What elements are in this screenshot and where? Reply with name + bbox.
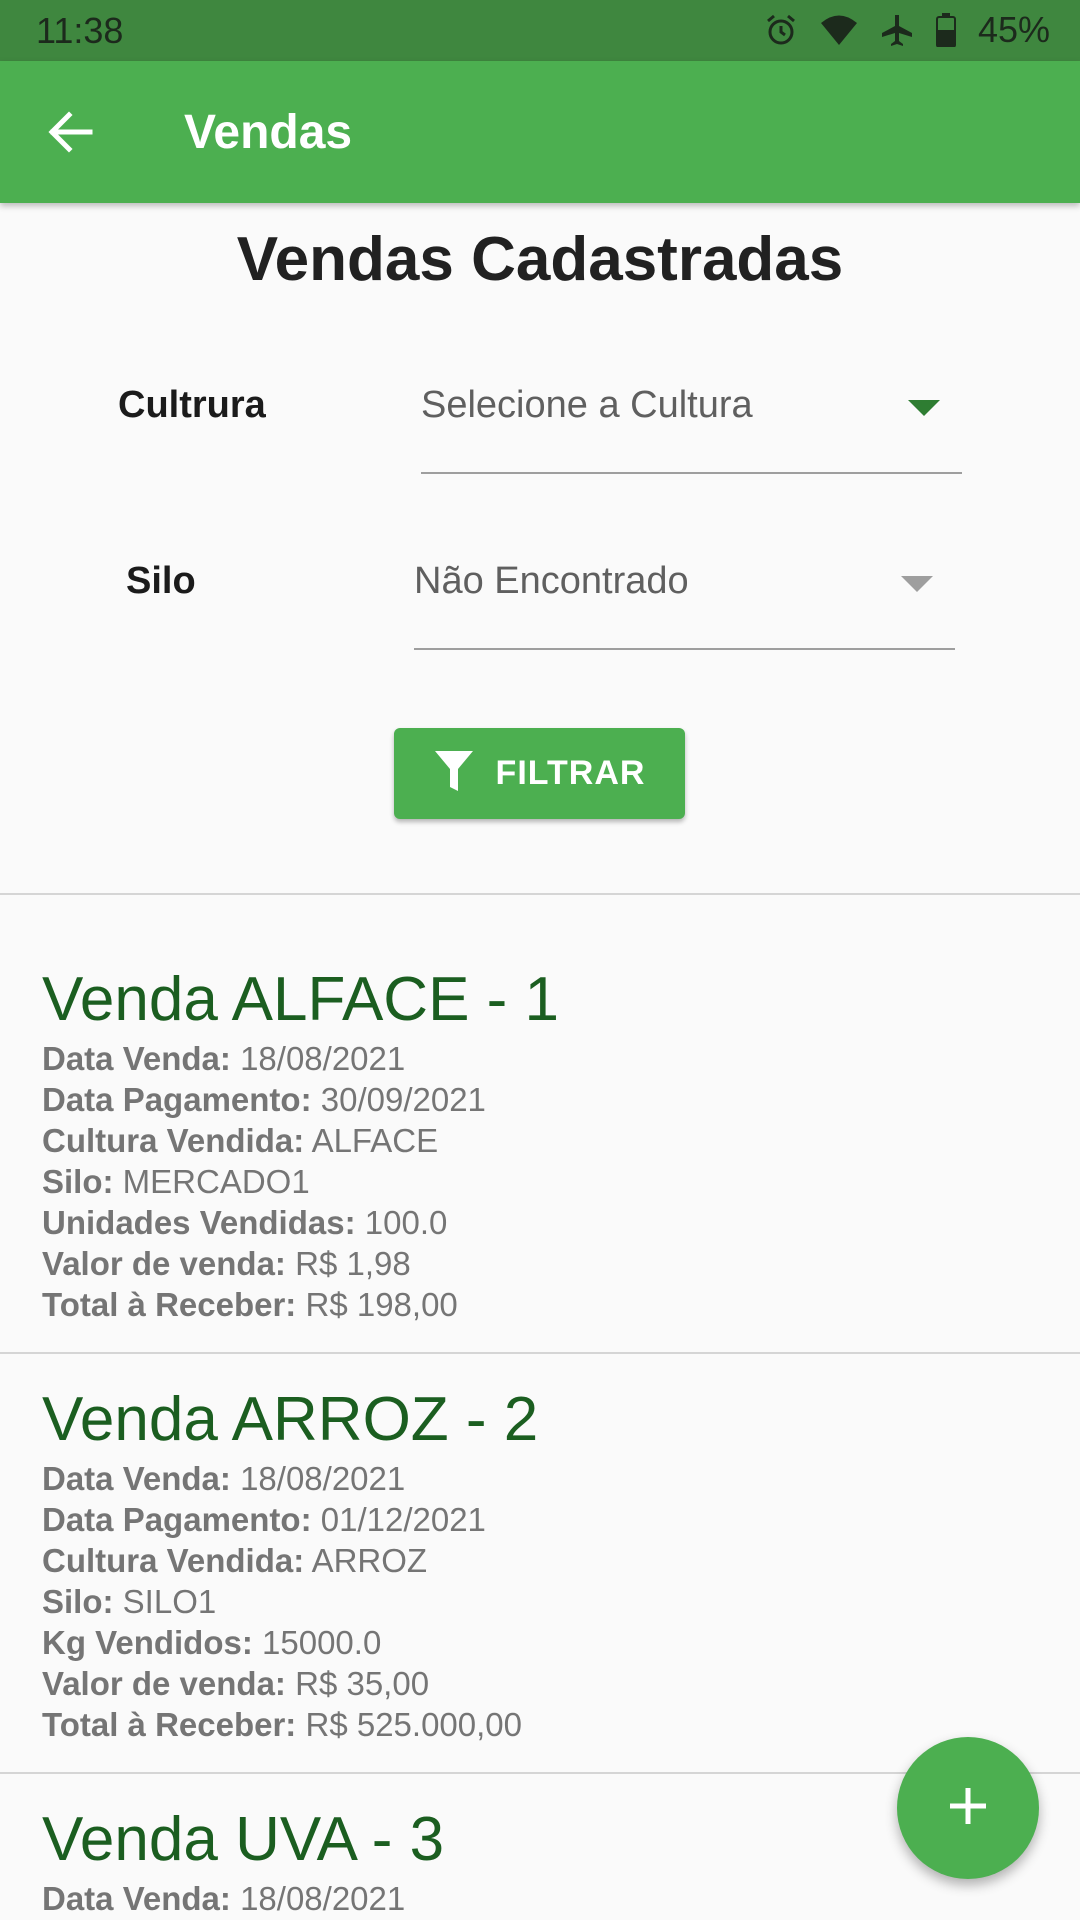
sale-card[interactable]: Venda ALFACE - 1 Data Venda: 18/08/2021 … <box>42 964 1042 1325</box>
cultura-dropdown-value: Selecione a Cultura <box>421 384 753 426</box>
battery-icon <box>935 13 956 47</box>
silo-dropdown[interactable]: Não Encontrado <box>414 560 955 650</box>
wifi-icon <box>820 14 858 46</box>
sale-title: Venda ARROZ - 2 <box>42 1385 539 1454</box>
sale-field: Unidades Vendidas: 100.0 <box>42 1204 448 1241</box>
sale-field: Valor de venda: R$ 1,98 <box>42 1245 411 1282</box>
filter-icon <box>434 750 474 797</box>
sale-title: Venda ALFACE - 1 <box>42 965 560 1034</box>
divider <box>0 893 1080 895</box>
sale-field: Total à Receber: R$ 525.000,00 <box>42 1706 522 1743</box>
sale-field: Data Venda: 18/08/2021 <box>42 1040 406 1077</box>
cultura-dropdown[interactable]: Selecione a Cultura <box>421 384 962 474</box>
page-title: Vendas Cadastradas <box>236 225 844 294</box>
status-icons: 45% <box>764 8 1050 52</box>
sale-field: Valor de venda: R$ 35,00 <box>42 1665 430 1702</box>
silo-label: Silo <box>126 560 196 602</box>
sale-field: Kg Vendidos: 15000.0 <box>42 1624 382 1661</box>
status-bar: 11:38 45% <box>0 0 1080 61</box>
sale-field: Silo: MERCADO1 <box>42 1163 310 1200</box>
alarm-icon <box>764 13 798 47</box>
filter-button-label: FILTRAR <box>495 754 646 792</box>
sale-field: Data Pagamento: 30/09/2021 <box>42 1081 486 1118</box>
sale-field: Data Pagamento: 01/12/2021 <box>42 1501 486 1538</box>
add-sale-button[interactable] <box>897 1737 1039 1879</box>
sale-field: Cultura Vendida: ALFACE <box>42 1122 439 1159</box>
battery-percent: 45% <box>977 9 1050 50</box>
silo-dropdown-value: Não Encontrado <box>414 560 689 602</box>
chevron-down-icon <box>901 576 933 592</box>
cultura-label: Cultrura <box>118 384 266 426</box>
filter-button[interactable]: FILTRAR <box>394 728 685 819</box>
chevron-down-icon <box>908 400 940 416</box>
sale-title: Venda UVA - 3 <box>42 1805 445 1874</box>
status-time: 11:38 <box>36 10 124 51</box>
sale-card[interactable]: Venda ARROZ - 2 Data Venda: 18/08/2021 D… <box>42 1384 1042 1745</box>
sale-field: Cultura Vendida: ARROZ <box>42 1542 428 1579</box>
divider <box>0 1352 1080 1354</box>
sale-field: Total à Receber: R$ 198,00 <box>42 1286 458 1323</box>
sale-field: Data Venda: 18/08/2021 <box>42 1880 406 1917</box>
airplane-icon <box>880 13 914 47</box>
app-bar: Vendas <box>0 61 1080 203</box>
sale-field: Data Venda: 18/08/2021 <box>42 1460 406 1497</box>
sale-card[interactable]: Venda UVA - 3 Data Venda: 18/08/2021 <box>42 1804 1042 1919</box>
arrow-left-icon[interactable] <box>44 106 96 158</box>
app-bar-title: Vendas <box>184 106 353 159</box>
sale-field: Silo: SILO1 <box>42 1583 217 1620</box>
plus-icon <box>946 1784 990 1833</box>
